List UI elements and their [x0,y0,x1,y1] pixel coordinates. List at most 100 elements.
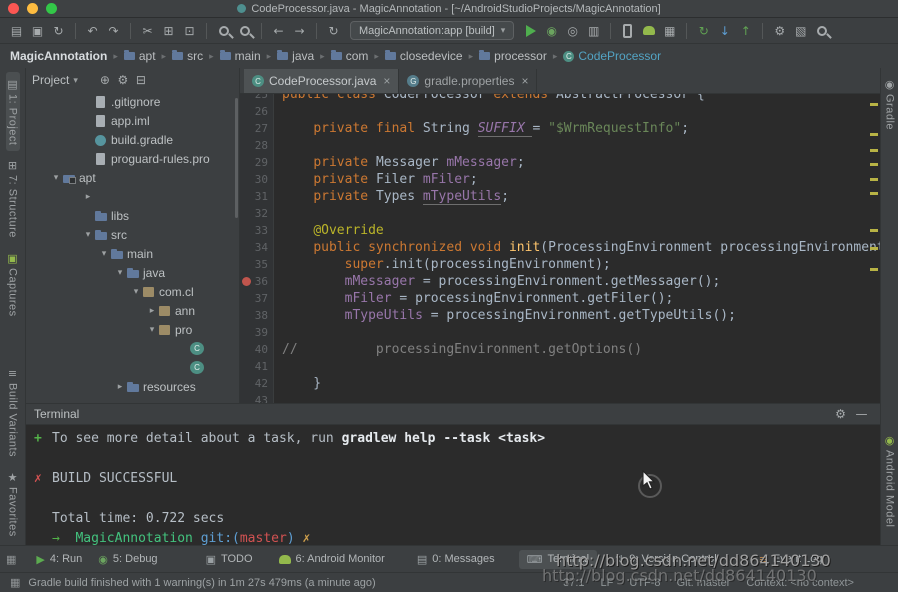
run-icon[interactable] [520,21,541,41]
cut-icon[interactable]: ✂ [137,21,158,41]
tool-window-button-5-debug[interactable]: ◉ 5: Debug [90,550,165,569]
breadcrumb-item-com[interactable]: com [329,48,371,64]
tree-item-item[interactable]: ▸ [26,187,239,206]
tree-collapse-icon[interactable]: ▾ [146,324,158,335]
copy-icon[interactable]: ⊞ [158,21,179,41]
warning-stripe-mark[interactable] [870,163,878,166]
tool-window-button-4-run[interactable]: ▶ 4: Run [28,550,90,569]
breakpoint-icon[interactable] [242,277,251,286]
back-icon[interactable]: ← [268,21,289,41]
line-separator-widget[interactable]: LF [601,577,614,589]
close-window-button[interactable] [8,3,19,14]
tree-item-item[interactable]: C [26,358,239,377]
tool-stripe-tab-7-structure[interactable]: ⊞ 7: Structure [6,153,20,244]
tree-collapse-icon[interactable]: ▾ [50,172,62,183]
monitor-icon[interactable]: ▦ [659,21,680,41]
tree-item-build-gradle[interactable]: build.gradle [26,130,239,149]
breadcrumb-item-magicannotation[interactable]: MagicAnnotation [8,48,109,64]
warning-stripe-mark[interactable] [870,268,878,271]
tree-item-resources[interactable]: ▸ resources [26,377,239,396]
tool-window-switcher-icon[interactable]: ▦ [6,553,16,566]
tree-item-proguard-rules-pro[interactable]: proguard-rules.pro [26,149,239,168]
profile-icon[interactable]: ▥ [583,21,604,41]
coverage-icon[interactable]: ◎ [562,21,583,41]
collapse-all-icon[interactable]: ⊟ [132,70,150,90]
redo-icon[interactable]: ↷ [103,21,124,41]
warning-stripe-mark[interactable] [870,178,878,181]
breadcrumb-item-main[interactable]: main [218,48,263,64]
debug-icon[interactable]: ◉ [541,21,562,41]
project-tree-scrollbar[interactable] [235,98,238,218]
tool-window-button-0-messages[interactable]: ▤ 0: Messages [409,550,503,569]
breadcrumb-item-processor[interactable]: processor [477,48,549,64]
tree-item-gitignore[interactable]: .gitignore [26,92,239,111]
tool-stripe-tab-gradle[interactable]: ◉ Gradle [883,72,897,136]
gradle-sync-icon[interactable]: ↻ [693,21,714,41]
tool-stripe-tab-build-variants[interactable]: ≡ Build Variants [6,361,20,463]
warning-stripe-mark[interactable] [870,149,878,152]
tree-item-item[interactable]: C [26,339,239,358]
close-tab-icon[interactable]: × [383,74,390,88]
gradle-make-icon[interactable]: ↻ [323,21,344,41]
git-branch-widget[interactable]: Git: master [677,577,731,589]
tree-expand-icon[interactable]: ▸ [114,381,126,392]
project-structure-icon[interactable]: ▧ [790,21,811,41]
replace-icon[interactable] [234,21,255,41]
tree-item-ann[interactable]: ▸ ann [26,301,239,320]
paste-icon[interactable]: ⊡ [179,21,200,41]
warning-stripe-mark[interactable] [870,192,878,195]
zoom-window-button[interactable] [46,3,57,14]
tree-expand-icon[interactable]: ▸ [82,191,94,202]
tree-collapse-icon[interactable]: ▾ [82,229,94,240]
undo-icon[interactable]: ↶ [82,21,103,41]
sync-icon[interactable]: ↻ [48,21,69,41]
tool-window-button-terminal[interactable]: ⌨ Terminal [518,549,598,569]
tree-item-java[interactable]: ▾ java [26,263,239,282]
avd-manager-icon[interactable] [617,21,638,41]
hide-panel-icon[interactable]: — [851,404,872,424]
editor-tab-gradle-properties[interactable]: Ggradle.properties × [399,69,538,93]
terminal-settings-icon[interactable]: ⚙ [830,404,851,424]
tree-item-src[interactable]: ▾ src [26,225,239,244]
editor-tab-codeprocessor-java[interactable]: C CodeProcessor.java × [244,69,400,93]
tree-collapse-icon[interactable]: ▾ [98,248,110,259]
close-tab-icon[interactable]: × [521,74,528,88]
code-editor[interactable]: 25 public class CodeProcessor extends Abs… [240,94,880,403]
tree-item-com-cl[interactable]: ▾ com.cl [26,282,239,301]
tool-stripe-tab-favorites[interactable]: ★ Favorites [6,465,20,543]
tree-collapse-icon[interactable]: ▾ [114,267,126,278]
vcs-commit-icon[interactable]: ↑ [735,21,756,41]
tool-window-button-9-version-control[interactable]: ⇅ 9: Version Control [607,550,725,569]
tool-window-button-6-android-monitor[interactable]: 6: Android Monitor [271,550,393,568]
tool-window-button-todo[interactable]: ▣ TODO [198,550,261,569]
tree-item-apt[interactable]: ▾ apt [26,168,239,187]
sdk-manager-icon[interactable] [638,21,659,41]
project-view-select[interactable]: Project ▾ [32,73,78,87]
tree-item-libs[interactable]: libs [26,206,239,225]
search-everywhere-icon[interactable] [811,21,832,41]
settings-icon[interactable]: ⚙ [769,21,790,41]
breadcrumb-item-codeprocessor[interactable]: C CodeProcessor [561,48,663,64]
breadcrumb-item-java[interactable]: java [275,48,316,64]
open-icon[interactable]: ▤ [6,21,27,41]
tool-stripe-tab-1-project[interactable]: ▤ 1: Project [5,72,20,152]
vcs-update-icon[interactable]: ↓ [714,21,735,41]
encoding-widget[interactable]: UTF-8 [629,577,660,589]
tree-expand-icon[interactable]: ▸ [146,305,158,316]
warning-stripe-mark[interactable] [870,133,878,136]
warning-stripe-mark[interactable] [870,103,878,106]
tool-window-button-event-log[interactable]: ≡ Event Log [751,550,831,569]
tree-item-pro[interactable]: ▾ pro [26,320,239,339]
tool-stripe-tab-captures[interactable]: ▣ Captures [6,246,20,323]
terminal-output[interactable]: + To see more detail about a task, run gr… [26,425,880,545]
view-options-icon[interactable]: ⊕ [96,70,114,90]
breadcrumb-item-closedevice[interactable]: closedevice [383,48,465,64]
minimize-window-button[interactable] [27,3,38,14]
settings-icon[interactable]: ⚙ [114,70,132,90]
tree-collapse-icon[interactable]: ▾ [130,286,142,297]
warning-stripe-mark[interactable] [870,229,878,232]
tool-stripe-tab-android-model[interactable]: ◉ Android Model [883,428,897,533]
tree-item-app-iml[interactable]: app.iml [26,111,239,130]
caret-position-widget[interactable]: 37:1 [563,577,584,589]
breadcrumb-item-src[interactable]: src [170,48,205,64]
